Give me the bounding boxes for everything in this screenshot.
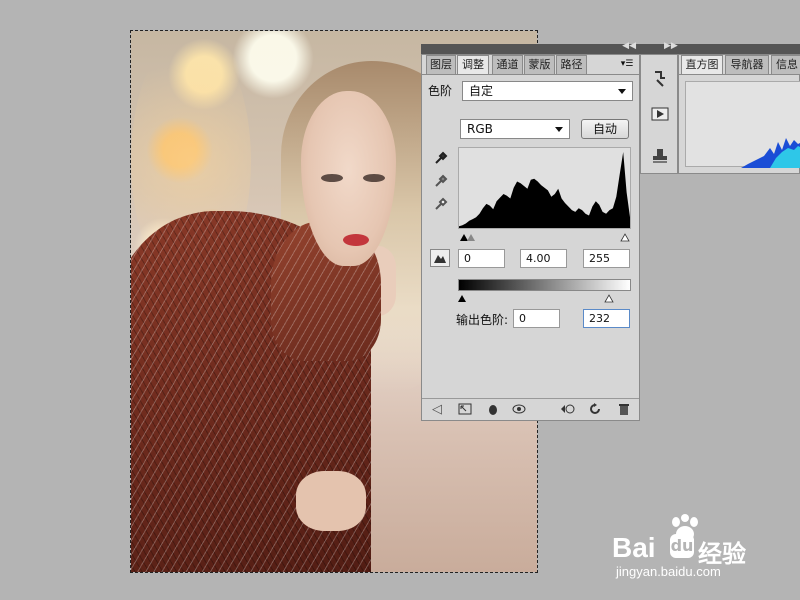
output-levels-slider[interactable] bbox=[458, 292, 631, 303]
chevron-down-icon bbox=[555, 127, 563, 132]
histogram-preview-graph bbox=[741, 138, 800, 168]
white-eyedropper-icon[interactable] bbox=[432, 195, 450, 213]
gray-eyedropper-icon[interactable] bbox=[432, 172, 450, 190]
input-levels-slider[interactable] bbox=[458, 231, 631, 242]
white-point-handle bbox=[620, 233, 630, 242]
expand-view-icon[interactable] bbox=[456, 401, 474, 417]
trash-icon[interactable] bbox=[615, 401, 633, 417]
watermark-brand: Bai bbox=[612, 532, 656, 563]
tab-info[interactable]: 信息 bbox=[771, 55, 800, 74]
du-logo-icon: du bbox=[670, 534, 694, 558]
output-black-field[interactable]: 0 bbox=[513, 309, 560, 328]
auto-button[interactable]: 自动 bbox=[581, 119, 629, 139]
left-eye bbox=[321, 174, 343, 182]
play-action-icon[interactable] bbox=[650, 105, 670, 123]
histogram-shape bbox=[459, 152, 630, 228]
visibility-eye-icon[interactable] bbox=[510, 401, 528, 417]
chevron-down-icon bbox=[618, 89, 626, 94]
channel-value: RGB bbox=[467, 122, 493, 136]
gamma-handle bbox=[467, 234, 475, 241]
channel-select[interactable]: RGB bbox=[460, 119, 570, 139]
output-gradient-bar bbox=[458, 279, 631, 291]
levels-label: 色阶 bbox=[428, 84, 453, 98]
tab-histogram[interactable]: 直方图 bbox=[681, 55, 723, 74]
tab-adjustments[interactable]: 调整 bbox=[457, 55, 489, 74]
histogram-preview bbox=[685, 81, 800, 168]
input-gamma-field[interactable]: 4.00 bbox=[520, 249, 567, 268]
adjustments-panel: 图层 调整 通道 蒙版 路径 ▾☰ 色阶 自定 RGB 自动 0 4.00 25… bbox=[421, 54, 640, 421]
hand bbox=[296, 471, 366, 531]
panel-collapse-bar[interactable]: ◀◀ bbox=[421, 41, 640, 54]
histogram-panel: 直方图 导航器 信息 bbox=[678, 54, 800, 174]
lips bbox=[343, 234, 369, 246]
side-tool-column bbox=[640, 54, 678, 174]
tab-channels[interactable]: 通道 bbox=[492, 55, 523, 74]
preset-select[interactable]: 自定 bbox=[462, 81, 633, 101]
watermark-url: jingyan.baidu.com bbox=[616, 564, 721, 579]
back-arrow-icon[interactable]: ◁ bbox=[428, 401, 446, 417]
input-white-field[interactable]: 255 bbox=[583, 249, 630, 268]
clip-to-layer-icon[interactable] bbox=[484, 401, 502, 417]
tab-navigator[interactable]: 导航器 bbox=[725, 55, 769, 74]
output-levels-label: 输出色阶: bbox=[456, 313, 509, 327]
baidu-jingyan-watermark: Bai du 经验 jingyan.baidu.com bbox=[612, 514, 782, 584]
stamp-tool-icon[interactable] bbox=[650, 147, 670, 165]
histogram-graph bbox=[459, 152, 630, 228]
tab-masks[interactable]: 蒙版 bbox=[524, 55, 555, 74]
right-eye bbox=[363, 174, 385, 182]
right-panel-collapse-bar[interactable]: ▶▶ bbox=[640, 41, 800, 54]
levels-histogram bbox=[458, 147, 631, 229]
preset-value: 自定 bbox=[469, 84, 494, 98]
black-point-handle bbox=[460, 234, 468, 241]
history-brush-icon[interactable] bbox=[651, 69, 669, 89]
tab-paths[interactable]: 路径 bbox=[556, 55, 587, 74]
tab-layers[interactable]: 图层 bbox=[426, 55, 456, 74]
view-previous-state-icon[interactable] bbox=[558, 401, 576, 417]
black-eyedropper-icon[interactable] bbox=[432, 149, 450, 167]
output-white-field[interactable]: 232 bbox=[583, 309, 630, 328]
output-white-handle bbox=[604, 294, 614, 303]
reset-icon[interactable] bbox=[586, 401, 604, 417]
panel-menu-icon[interactable]: ▾☰ bbox=[618, 58, 636, 70]
clipping-warning-icon[interactable] bbox=[430, 249, 450, 267]
output-black-handle bbox=[458, 295, 466, 302]
input-black-field[interactable]: 0 bbox=[458, 249, 505, 268]
